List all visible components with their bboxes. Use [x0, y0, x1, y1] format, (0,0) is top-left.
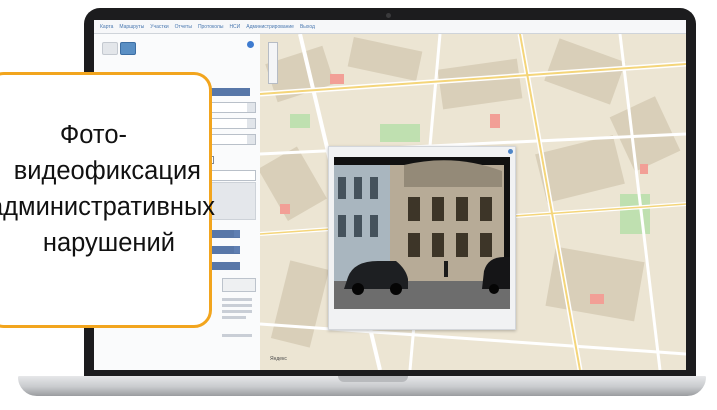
info-text: [222, 316, 246, 319]
select-field[interactable]: [206, 134, 256, 145]
video-popup: [328, 146, 516, 330]
filter-icon[interactable]: [234, 246, 240, 253]
menu-item-admin[interactable]: Администрирование: [246, 24, 294, 30]
street-photo: [334, 157, 510, 309]
help-icon[interactable]: [247, 41, 254, 48]
zoom-control[interactable]: [268, 42, 278, 84]
menu-item-reports[interactable]: Отчеты: [175, 24, 192, 30]
laptop-notch: [338, 376, 408, 382]
menu-item-routes[interactable]: Маршруты: [119, 24, 144, 30]
menu-item-areas[interactable]: Участки: [150, 24, 168, 30]
laptop-base: [18, 376, 706, 396]
info-text: [222, 298, 252, 301]
callout-line: Фото-: [59, 121, 127, 149]
chevron-down-icon: [247, 119, 255, 128]
map-attribution: Яндекс: [270, 356, 287, 362]
select-field[interactable]: [206, 102, 256, 113]
callout-line: нарушений: [42, 229, 175, 257]
callout-text: Фото- видеофиксация административных нар…: [0, 117, 216, 261]
chevron-down-icon: [247, 135, 255, 144]
menu-item-map[interactable]: Карта: [100, 24, 113, 30]
select-field[interactable]: [206, 118, 256, 129]
selected-field[interactable]: [206, 88, 250, 96]
apply-button[interactable]: [222, 278, 256, 292]
close-icon[interactable]: [508, 149, 513, 154]
info-text: [222, 304, 252, 307]
menu-item-nsi[interactable]: НСИ: [229, 24, 240, 30]
menu-item-exit[interactable]: Выход: [300, 24, 315, 30]
menu-item-protocols[interactable]: Протоколы: [198, 24, 224, 30]
camera-image: [334, 157, 510, 309]
app-menu-bar: Карта Маршруты Участки Отчеты Протоколы …: [94, 20, 686, 34]
chevron-down-icon: [247, 103, 255, 112]
info-text: [222, 310, 252, 313]
callout-line: видеофиксация: [13, 157, 201, 185]
callout-line: административных: [0, 193, 216, 221]
tool-button-active[interactable]: [120, 42, 136, 55]
camera-dot: [386, 13, 391, 18]
tool-button-list[interactable]: [102, 42, 118, 55]
feature-callout: Фото- видеофиксация административных нар…: [0, 72, 216, 328]
city-map[interactable]: Яндекс: [260, 34, 686, 370]
text-field[interactable]: [206, 170, 256, 181]
filter-icon[interactable]: [234, 230, 240, 237]
info-text: [222, 334, 252, 337]
